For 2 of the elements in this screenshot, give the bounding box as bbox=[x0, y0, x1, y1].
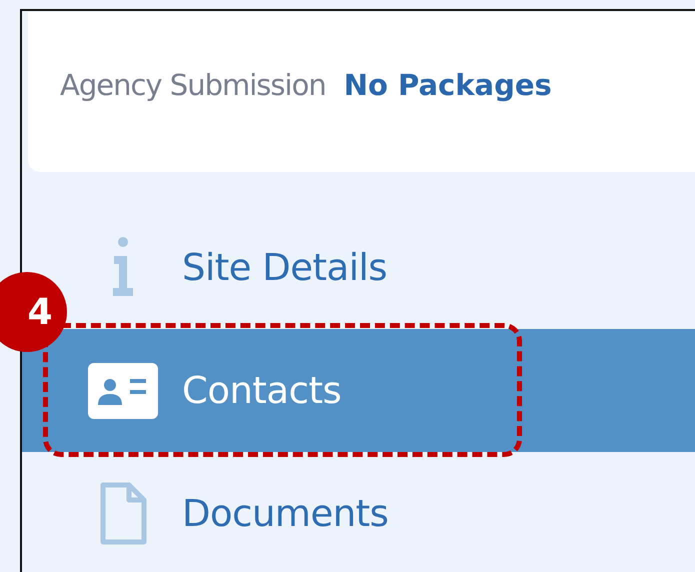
header-value: No Packages bbox=[344, 68, 552, 102]
header-label: Agency Submission bbox=[60, 68, 326, 102]
